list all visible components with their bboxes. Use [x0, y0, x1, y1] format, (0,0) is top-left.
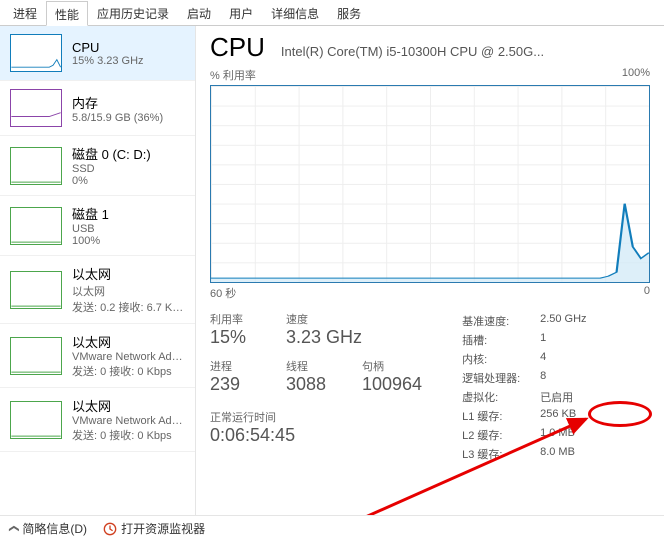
sidebar-sub2: 发送: 0 接收: 0 Kbps: [72, 363, 185, 379]
chevron-icon: ❯: [9, 524, 20, 532]
sidebar-sub2: 100%: [72, 235, 109, 247]
detail-title: CPU: [210, 32, 265, 63]
info-key: L1 缓存:: [462, 408, 540, 424]
thumbnail-chart: [10, 401, 62, 439]
info-value: 1: [540, 332, 546, 348]
sidebar-sub: 15% 3.23 GHz: [72, 55, 144, 67]
chart-label-botleft: 60 秒: [210, 285, 236, 301]
sidebar-title: 磁盘 0 (C: D:): [72, 144, 151, 163]
tabs: 进程性能应用历史记录启动用户详细信息服务: [0, 0, 664, 26]
thumbnail-chart: [10, 147, 62, 185]
sidebar-item-eth-5[interactable]: 以太网VMware Network Adapter发送: 0 接收: 0 Kbp…: [0, 324, 195, 388]
info-value: 256 KB: [540, 408, 576, 424]
info-key: L2 缓存:: [462, 427, 540, 443]
chart-label-topleft: % 利用率: [210, 67, 256, 83]
sidebar-title: 以太网: [72, 332, 185, 351]
chart-label-topright: 100%: [622, 67, 650, 83]
info-key: 内核:: [462, 351, 540, 367]
info-value: 4: [540, 351, 546, 367]
sidebar-title: 内存: [72, 93, 163, 112]
sidebar-sub: 5.8/15.9 GB (36%): [72, 112, 163, 124]
thumbnail-chart: [10, 207, 62, 245]
thumbnail-chart: [10, 89, 62, 127]
thread-label: 线程: [286, 358, 344, 374]
cpu-info-list: 基准速度:2.50 GHz插槽:1内核:4逻辑处理器:8虚拟化:已启用L1 缓存…: [462, 313, 586, 462]
sidebar-sub: SSD: [72, 163, 151, 175]
thread-value: 3088: [286, 374, 344, 395]
sidebar-sub2: 发送: 0.2 接收: 6.7 Kbps: [72, 299, 185, 315]
cpu-model: Intel(R) Core(TM) i5-10300H CPU @ 2.50G.…: [281, 44, 650, 59]
chart-label-botright: 0: [644, 285, 650, 301]
info-value: 已启用: [540, 389, 573, 405]
info-row: L1 缓存:256 KB: [462, 408, 586, 424]
footer: ❯ 简略信息(D) 打开资源监视器: [0, 515, 664, 541]
info-row: L3 缓存:8.0 MB: [462, 446, 586, 462]
info-key: L3 缓存:: [462, 446, 540, 462]
info-row: 虚拟化:已启用: [462, 389, 586, 405]
sidebar-item-cpu-0[interactable]: CPU15% 3.23 GHz: [0, 26, 195, 81]
tab-5[interactable]: 详细信息: [262, 0, 328, 25]
info-row: 内核:4: [462, 351, 586, 367]
sidebar: CPU15% 3.23 GHz内存5.8/15.9 GB (36%)磁盘 0 (…: [0, 26, 196, 515]
tab-1[interactable]: 性能: [46, 1, 88, 26]
info-key: 逻辑处理器:: [462, 370, 540, 386]
sidebar-title: 以太网: [72, 396, 185, 415]
info-row: 插槽:1: [462, 332, 586, 348]
info-row: 逻辑处理器:8: [462, 370, 586, 386]
uptime-label: 正常运行时间: [210, 409, 422, 425]
sidebar-item-disk-2[interactable]: 磁盘 0 (C: D:)SSD0%: [0, 136, 195, 196]
sidebar-sub2: 0%: [72, 175, 151, 187]
info-row: 基准速度:2.50 GHz: [462, 313, 586, 329]
handle-value: 100964: [362, 374, 422, 395]
resource-monitor-link[interactable]: 打开资源监视器: [103, 520, 205, 537]
sidebar-sub: VMware Network Adapter: [72, 351, 185, 363]
handle-label: 句柄: [362, 358, 422, 374]
speed-label: 速度: [286, 311, 362, 327]
sidebar-sub: USB: [72, 223, 109, 235]
sidebar-sub: 以太网: [72, 283, 185, 299]
sidebar-sub: VMware Network Adapter: [72, 415, 185, 427]
thumbnail-chart: [10, 271, 62, 309]
sidebar-title: 以太网: [72, 264, 185, 283]
proc-value: 239: [210, 374, 268, 395]
sidebar-item-disk-3[interactable]: 磁盘 1USB100%: [0, 196, 195, 256]
speed-value: 3.23 GHz: [286, 327, 362, 348]
tab-4[interactable]: 用户: [220, 0, 262, 25]
info-value: 8: [540, 370, 546, 386]
util-label: 利用率: [210, 311, 268, 327]
cpu-chart: [210, 85, 650, 283]
tab-6[interactable]: 服务: [328, 0, 370, 25]
sidebar-item-eth-4[interactable]: 以太网以太网发送: 0.2 接收: 6.7 Kbps: [0, 256, 195, 324]
sidebar-title: 磁盘 1: [72, 204, 109, 223]
tab-2[interactable]: 应用历史记录: [88, 0, 178, 25]
tab-3[interactable]: 启动: [178, 0, 220, 25]
info-value: 2.50 GHz: [540, 313, 586, 329]
thumbnail-chart: [10, 337, 62, 375]
info-key: 基准速度:: [462, 313, 540, 329]
util-value: 15%: [210, 327, 268, 348]
uptime-value: 0:06:54:45: [210, 425, 422, 446]
info-value: 8.0 MB: [540, 446, 575, 462]
resource-monitor-icon: [103, 522, 117, 536]
tab-0[interactable]: 进程: [4, 0, 46, 25]
thumbnail-chart: [10, 34, 62, 72]
info-row: L2 缓存:1.0 MB: [462, 427, 586, 443]
detail-panel: CPU Intel(R) Core(TM) i5-10300H CPU @ 2.…: [196, 26, 664, 515]
info-key: 插槽:: [462, 332, 540, 348]
sidebar-item-eth-6[interactable]: 以太网VMware Network Adapter发送: 0 接收: 0 Kbp…: [0, 388, 195, 452]
info-key: 虚拟化:: [462, 389, 540, 405]
proc-label: 进程: [210, 358, 268, 374]
brief-info-link[interactable]: ❯ 简略信息(D): [10, 520, 87, 537]
info-value: 1.0 MB: [540, 427, 575, 443]
sidebar-title: CPU: [72, 40, 144, 55]
sidebar-sub2: 发送: 0 接收: 0 Kbps: [72, 427, 185, 443]
sidebar-item-mem-1[interactable]: 内存5.8/15.9 GB (36%): [0, 81, 195, 136]
